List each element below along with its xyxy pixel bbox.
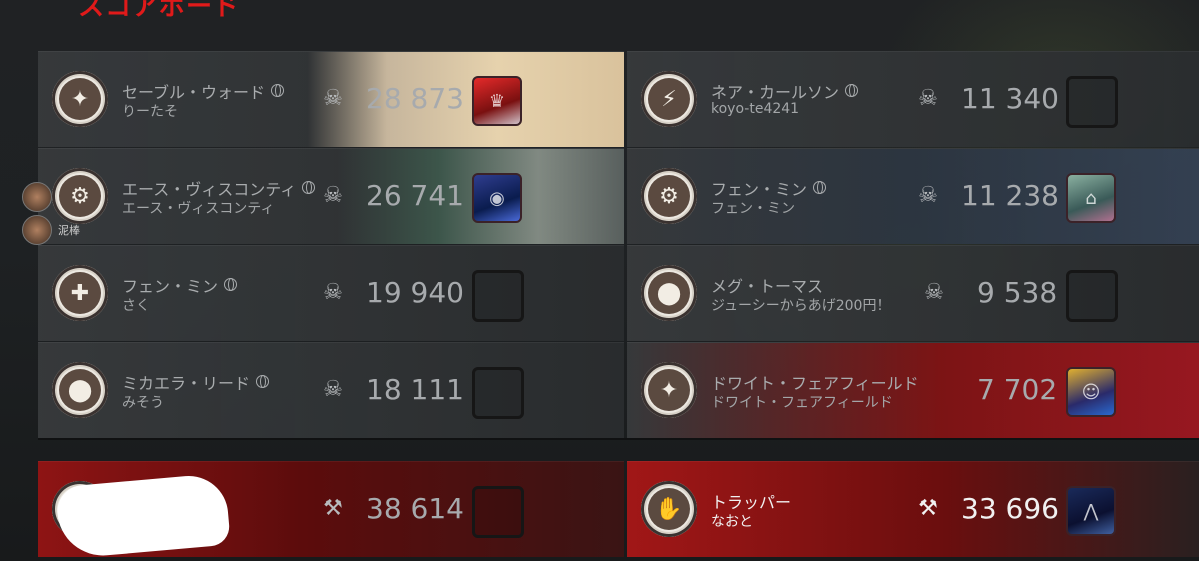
player-name: エース・ヴィスコンティ (122, 201, 275, 217)
score-value: 11 340 (961, 82, 1059, 115)
score-value: 9 538 (977, 276, 1058, 309)
character-name: ミカエラ・リード (122, 370, 270, 394)
character-name: ドワイト・フェアフィールド (711, 374, 919, 393)
score-value: 28 873 (366, 82, 464, 115)
offering-slot[interactable] (472, 270, 524, 322)
survivor-row[interactable]: ✚ フェン・ミン さく ☠ 19 940 (38, 245, 624, 341)
foot-emblem-icon: ⬤ (641, 265, 697, 321)
survivor-row[interactable]: ⬤ メグ・トーマス ジューシーからあげ200円！ ☠ 9 538 (627, 245, 1199, 341)
score-value: 38 614 (366, 492, 464, 525)
player-name: ドワイト・フェアフィールド (711, 395, 893, 411)
player-name: さく (122, 298, 150, 314)
skull-icon: ☠ (918, 86, 938, 111)
survivor-row[interactable]: ✦ ドワイト・フェアフィールド ドワイト・フェアフィールド 7 702 ☺ (627, 342, 1199, 438)
score-value: 18 111 (366, 373, 464, 406)
player-name: りーたそ (122, 104, 178, 120)
character-name: セーブル・ウォード (122, 79, 285, 103)
offering-slot[interactable]: ♛ (472, 76, 522, 126)
survivor-row[interactable]: ✦ セーブル・ウォード りーたそ ☠ 28 873 ♛ (38, 51, 624, 147)
player-name: みそう (122, 395, 164, 411)
skull-icon: ☠ (323, 280, 343, 305)
friend-avatar[interactable] (22, 215, 52, 245)
gear-emblem-icon: ⚙ (641, 168, 697, 224)
character-name: トラッパー (711, 493, 792, 512)
survivor-row[interactable]: ⚙ フェン・ミン フェン・ミン ☠ 11 238 ⌂ (627, 148, 1199, 244)
score-value: 19 940 (366, 276, 464, 309)
player-name: ジューシーからあげ200円！ (711, 298, 891, 314)
score-value: 33 696 (961, 492, 1059, 525)
offering-slot[interactable]: ⌂ (1066, 173, 1116, 223)
score-value: 7 702 (977, 373, 1058, 406)
globe-icon (256, 375, 270, 388)
survivor-row[interactable]: ⬤ ミカエラ・リード みそう ☠ 18 111 (38, 342, 624, 438)
page-title: スコアボード (78, 0, 241, 22)
bat-icon: ⋀ (1083, 500, 1099, 522)
skull-icon: ☠ (323, 86, 343, 111)
friend-avatar[interactable] (22, 182, 52, 212)
globe-icon (302, 181, 316, 194)
score-value: 26 741 (366, 179, 464, 212)
score-value: 11 238 (961, 179, 1059, 212)
globe-icon (224, 278, 238, 291)
claw-emblem-icon: ✋ (641, 481, 697, 537)
offering-slot[interactable] (1066, 76, 1118, 128)
killer-row[interactable]: ✋ ⚒ 38 614 (38, 461, 624, 557)
offering-slot[interactable] (1066, 270, 1118, 322)
offering-slot[interactable]: ◉ (472, 173, 522, 223)
skull-icon: ☠ (323, 183, 343, 208)
character-name: フェン・ミン (122, 273, 238, 297)
friend-label: 泥棒 (58, 224, 80, 237)
character-name: フェン・ミン (711, 176, 827, 200)
character-name: ネア・カールソン (711, 79, 859, 103)
redaction-scribble (55, 472, 231, 557)
character-name: エース・ヴィスコンティ (122, 176, 316, 200)
flashlight-emblem-icon: ⚡ (641, 71, 697, 127)
portrait-icon: ♛ (488, 90, 506, 112)
player-name: フェン・ミン (711, 201, 795, 217)
player-name: koyo-te4241 (711, 101, 800, 117)
skull-icon: ☠ (918, 183, 938, 208)
compass-emblem-icon: ✦ (641, 362, 697, 418)
globe-icon (813, 181, 827, 194)
gear-emblem-icon: ⚙ (52, 168, 108, 224)
skull-icon: ☠ (924, 280, 944, 305)
hook-icon: ⚒ (918, 496, 938, 521)
house-icon: ⌂ (1085, 187, 1097, 209)
foot-emblem-icon: ⬤ (52, 362, 108, 418)
divider (38, 438, 1199, 440)
banner-art (308, 52, 624, 147)
globe-icon (271, 84, 285, 97)
offering-slot[interactable] (472, 486, 524, 538)
hook-icon: ⚒ (323, 496, 343, 521)
offering-slot[interactable]: ☺ (1066, 367, 1116, 417)
offering-slot[interactable]: ⋀ (1066, 486, 1116, 536)
globe-icon (845, 84, 859, 97)
killer-row[interactable]: ✋ トラッパー なおと ⚒ 33 696 ⋀ (627, 461, 1199, 557)
character-name: メグ・トーマス (711, 277, 824, 296)
compass-emblem-icon: ✦ (52, 71, 108, 127)
character-portrait-icon: ☺ (1081, 381, 1101, 403)
heart-emblem-icon: ✚ (52, 265, 108, 321)
survivor-row[interactable]: ⚙ エース・ヴィスコンティ エース・ヴィスコンティ ☠ 26 741 ◉ (38, 148, 624, 244)
offering-slot[interactable] (472, 367, 524, 419)
lantern-icon: ◉ (489, 187, 505, 209)
player-name: なおと (711, 514, 753, 530)
skull-icon: ☠ (323, 377, 343, 402)
survivor-row[interactable]: ⚡ ネア・カールソン koyo-te4241 ☠ 11 340 (627, 51, 1199, 147)
